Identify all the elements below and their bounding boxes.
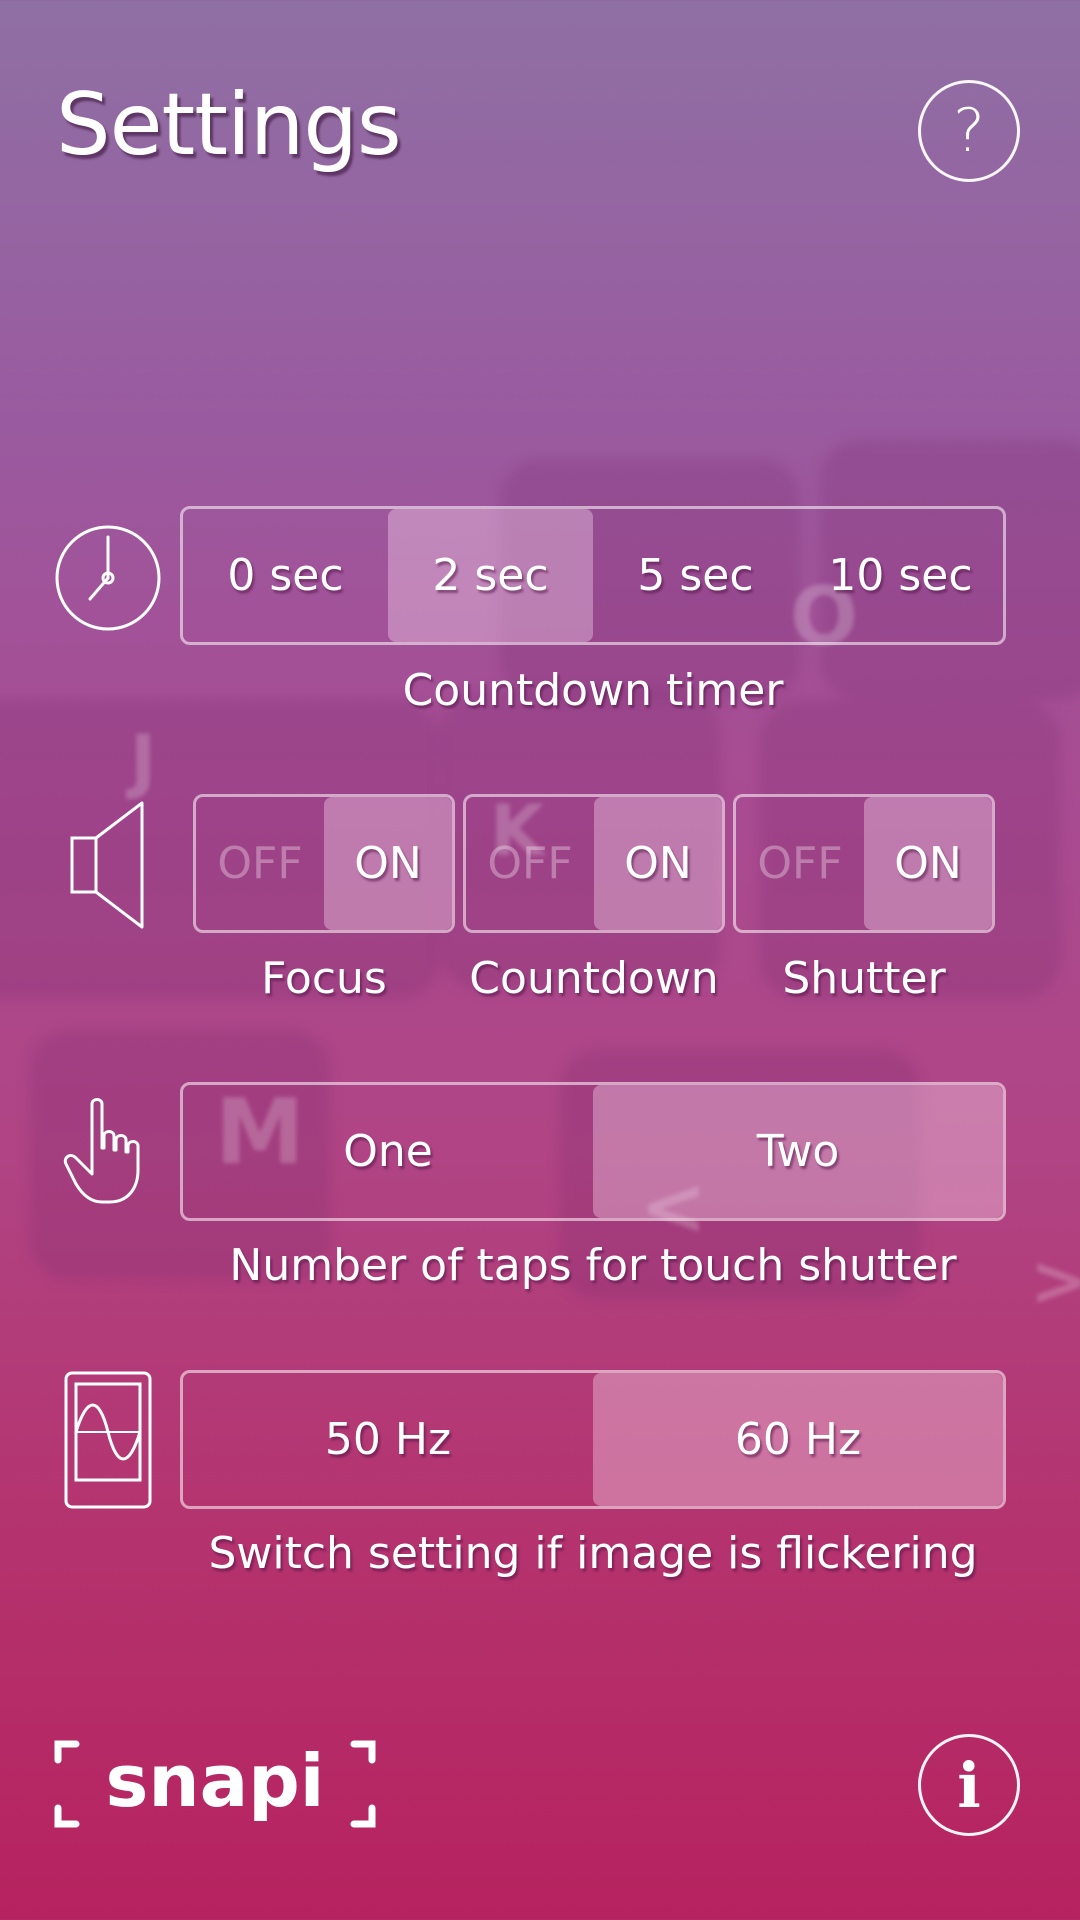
focus-sound-label: Focus [261, 953, 387, 1004]
page-title: Settings [56, 75, 402, 175]
timer-option-5[interactable]: 5 sec [593, 509, 798, 642]
timer-option-2[interactable]: 2 sec [388, 509, 593, 642]
flicker-caption: Switch setting if image is flickering [208, 1528, 978, 1579]
countdown-timer-caption: Countdown timer [402, 665, 784, 716]
svg-text:snapi: snapi [106, 1740, 325, 1823]
question-mark-icon: ? [953, 96, 985, 166]
timer-option-0[interactable]: 0 sec [183, 509, 388, 642]
countdown-off-option[interactable]: OFF [466, 797, 594, 930]
focus-on-option[interactable]: ON [324, 797, 452, 930]
help-button[interactable]: ? [918, 80, 1020, 182]
shutter-off-option[interactable]: OFF [736, 797, 864, 930]
shutter-sound-label: Shutter [782, 953, 946, 1004]
hand-pointer-icon [62, 1096, 154, 1206]
taps-option-two[interactable]: Two [593, 1085, 1003, 1218]
focus-off-option[interactable]: OFF [196, 797, 324, 930]
taps-option-one[interactable]: One [183, 1085, 593, 1218]
flicker-option-60hz[interactable]: 60 Hz [593, 1373, 1003, 1506]
clock-icon [53, 523, 163, 633]
phone-wave-icon [63, 1370, 153, 1510]
snapi-logo: snapi [54, 1739, 376, 1828]
countdown-sound-toggle: OFF ON [463, 794, 725, 933]
shutter-on-option[interactable]: ON [864, 797, 992, 930]
shutter-sound-toggle: OFF ON [733, 794, 995, 933]
flicker-option-50hz[interactable]: 50 Hz [183, 1373, 593, 1506]
flicker-selector: 50 Hz 60 Hz [180, 1370, 1006, 1509]
countdown-on-option[interactable]: ON [594, 797, 722, 930]
focus-sound-toggle: OFF ON [193, 794, 455, 933]
timer-option-10[interactable]: 10 sec [798, 509, 1003, 642]
info-icon: i [957, 1748, 981, 1822]
taps-selector: One Two [180, 1082, 1006, 1221]
info-button[interactable]: i [918, 1734, 1020, 1836]
speaker-icon [68, 800, 148, 930]
countdown-sound-label: Countdown [469, 953, 719, 1004]
countdown-timer-selector: 0 sec 2 sec 5 sec 10 sec [180, 506, 1006, 645]
taps-caption: Number of taps for touch shutter [229, 1240, 957, 1291]
